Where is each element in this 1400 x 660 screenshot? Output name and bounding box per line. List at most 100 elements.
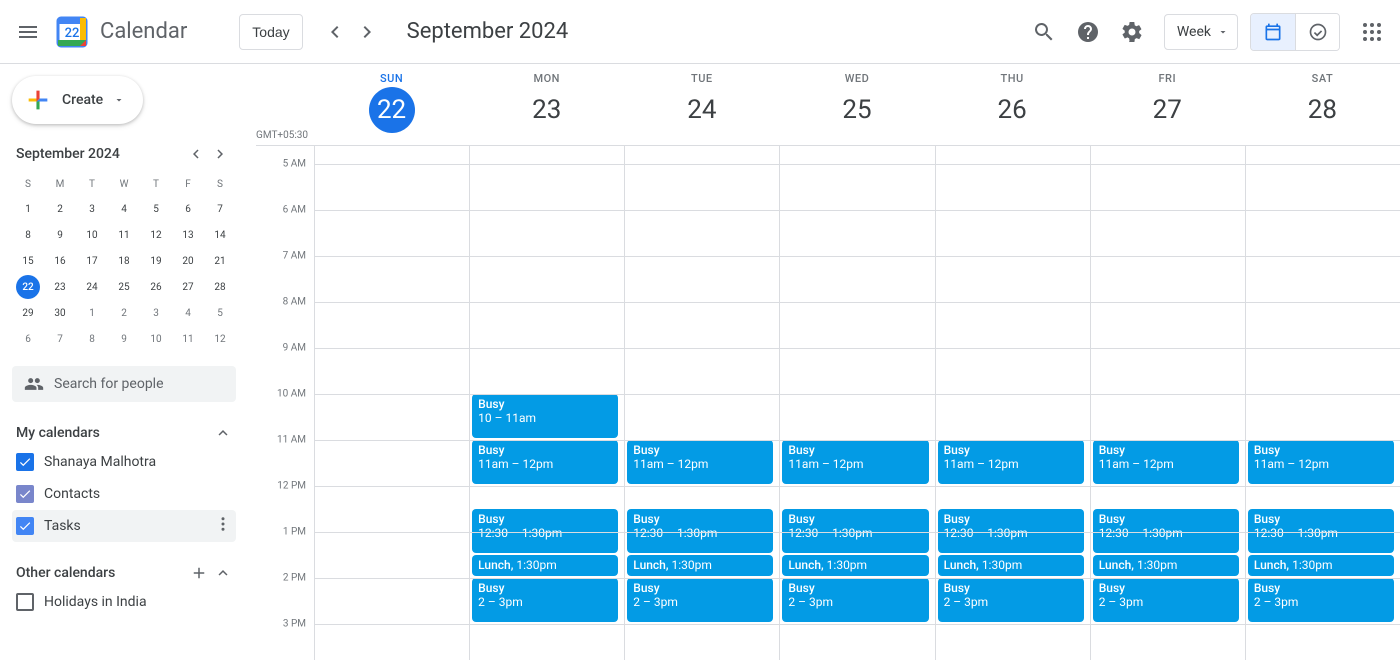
plus-icon[interactable] [190, 564, 208, 582]
mini-day[interactable]: 15 [16, 249, 40, 273]
calendar-event[interactable]: Busy11am – 12pm [1093, 440, 1239, 484]
day-column[interactable]: Busy11am – 12pm Busy12:30 – 1:30pmLunch, … [779, 146, 934, 660]
mini-day[interactable]: 27 [176, 275, 200, 299]
day-column[interactable]: Busy11am – 12pm Busy12:30 – 1:30pmLunch, … [1245, 146, 1400, 660]
calendar-event[interactable]: Busy12:30 – 1:30pm [1248, 509, 1394, 553]
mini-day[interactable]: 18 [112, 249, 136, 273]
search-people-input[interactable]: Search for people [12, 366, 236, 402]
calendar-event[interactable]: Lunch, 1:30pm [938, 555, 1084, 576]
calendar-event[interactable]: Busy12:30 – 1:30pm [938, 509, 1084, 553]
mini-day[interactable]: 6 [176, 197, 200, 221]
calendar-item[interactable]: Holidays in India [12, 586, 236, 618]
calendar-event[interactable]: Busy11am – 12pm [782, 440, 928, 484]
mini-day[interactable]: 24 [80, 275, 104, 299]
google-apps-button[interactable] [1352, 12, 1392, 52]
calendar-event[interactable]: Busy2 – 3pm [472, 578, 618, 622]
tasks-view-button[interactable] [1295, 14, 1339, 50]
calendar-event[interactable]: Busy12:30 – 1:30pm [472, 509, 618, 553]
mini-day[interactable]: 7 [48, 327, 72, 351]
mini-day[interactable]: 8 [16, 223, 40, 247]
mini-day[interactable]: 5 [144, 197, 168, 221]
calendar-event[interactable]: Lunch, 1:30pm [627, 555, 773, 576]
calendar-event[interactable]: Busy12:30 – 1:30pm [627, 509, 773, 553]
calendar-checkbox[interactable] [16, 453, 34, 471]
mini-day[interactable]: 28 [208, 275, 232, 299]
calendar-event[interactable]: Lunch, 1:30pm [1248, 555, 1394, 576]
mini-day[interactable]: 7 [208, 197, 232, 221]
mini-day[interactable]: 3 [144, 301, 168, 325]
calendar-event[interactable]: Lunch, 1:30pm [782, 555, 928, 576]
mini-day[interactable]: 17 [80, 249, 104, 273]
mini-day[interactable]: 1 [80, 301, 104, 325]
mini-day[interactable]: 30 [48, 301, 72, 325]
mini-day[interactable]: 4 [176, 301, 200, 325]
calendar-checkbox[interactable] [16, 485, 34, 503]
day-header[interactable]: FRI27 [1090, 64, 1245, 145]
day-column[interactable]: Busy11am – 12pm Busy12:30 – 1:30pmLunch, … [1090, 146, 1245, 660]
my-calendars-toggle[interactable]: My calendars [12, 420, 236, 446]
calendar-event[interactable]: Busy11am – 12pm [472, 440, 618, 484]
mini-day[interactable]: 10 [80, 223, 104, 247]
day-column[interactable] [314, 146, 469, 660]
today-button[interactable]: Today [239, 14, 302, 50]
calendar-event[interactable]: Busy2 – 3pm [1093, 578, 1239, 622]
calendar-event[interactable]: Busy12:30 – 1:30pm [782, 509, 928, 553]
other-calendars-toggle[interactable]: Other calendars [12, 560, 236, 586]
calendar-event[interactable]: Lunch, 1:30pm [1093, 555, 1239, 576]
calendar-event[interactable]: Busy11am – 12pm [627, 440, 773, 484]
day-column[interactable]: Busy10 – 11amBusy11am – 12pmBusy12:30 – … [469, 146, 624, 660]
prev-period-button[interactable] [319, 16, 351, 48]
mini-day[interactable]: 2 [112, 301, 136, 325]
calendar-view-button[interactable] [1251, 14, 1295, 50]
day-header[interactable]: MON23 [469, 64, 624, 145]
mini-day[interactable]: 12 [208, 327, 232, 351]
mini-day[interactable]: 1 [16, 197, 40, 221]
mini-day[interactable]: 29 [16, 301, 40, 325]
day-column[interactable]: Busy11am – 12pm Busy12:30 – 1:30pmLunch, … [935, 146, 1090, 660]
support-button[interactable] [1068, 12, 1108, 52]
calendar-checkbox[interactable] [16, 517, 34, 535]
calendar-options-button[interactable] [214, 515, 232, 537]
mini-day[interactable]: 16 [48, 249, 72, 273]
main-menu-button[interactable] [8, 12, 48, 52]
day-header[interactable]: WED25 [779, 64, 934, 145]
calendar-item[interactable]: Contacts [12, 478, 236, 510]
mini-day[interactable]: 11 [176, 327, 200, 351]
calendar-item[interactable]: Shanaya Malhotra [12, 446, 236, 478]
calendar-event[interactable]: Busy2 – 3pm [782, 578, 928, 622]
mini-day[interactable]: 23 [48, 275, 72, 299]
mini-day[interactable]: 2 [48, 197, 72, 221]
mini-next-button[interactable] [208, 142, 232, 166]
mini-day[interactable]: 25 [112, 275, 136, 299]
mini-day[interactable]: 20 [176, 249, 200, 273]
calendar-event[interactable]: Busy2 – 3pm [627, 578, 773, 622]
calendar-item[interactable]: Tasks [12, 510, 236, 542]
mini-day[interactable]: 19 [144, 249, 168, 273]
calendar-event[interactable]: Busy11am – 12pm [1248, 440, 1394, 484]
calendar-event[interactable]: Lunch, 1:30pm [472, 555, 618, 576]
calendar-event[interactable]: Busy11am – 12pm [938, 440, 1084, 484]
view-select[interactable]: Week [1164, 14, 1238, 50]
create-button[interactable]: Create [12, 76, 143, 124]
mini-day[interactable]: 8 [80, 327, 104, 351]
mini-day[interactable]: 3 [80, 197, 104, 221]
mini-day[interactable]: 26 [144, 275, 168, 299]
mini-day[interactable]: 22 [16, 275, 40, 299]
calendar-event[interactable]: Busy12:30 – 1:30pm [1093, 509, 1239, 553]
calendar-checkbox[interactable] [16, 593, 34, 611]
day-header[interactable]: THU26 [935, 64, 1090, 145]
day-column[interactable]: Busy11am – 12pm Busy12:30 – 1:30pmLunch, … [624, 146, 779, 660]
mini-day[interactable]: 5 [208, 301, 232, 325]
mini-day[interactable]: 21 [208, 249, 232, 273]
mini-day[interactable]: 9 [48, 223, 72, 247]
mini-day[interactable]: 13 [176, 223, 200, 247]
mini-day[interactable]: 14 [208, 223, 232, 247]
mini-day[interactable]: 4 [112, 197, 136, 221]
mini-day[interactable]: 6 [16, 327, 40, 351]
mini-day[interactable]: 12 [144, 223, 168, 247]
mini-prev-button[interactable] [184, 142, 208, 166]
settings-button[interactable] [1112, 12, 1152, 52]
mini-day[interactable]: 9 [112, 327, 136, 351]
day-header[interactable]: SAT28 [1245, 64, 1400, 145]
calendar-event[interactable]: Busy2 – 3pm [938, 578, 1084, 622]
